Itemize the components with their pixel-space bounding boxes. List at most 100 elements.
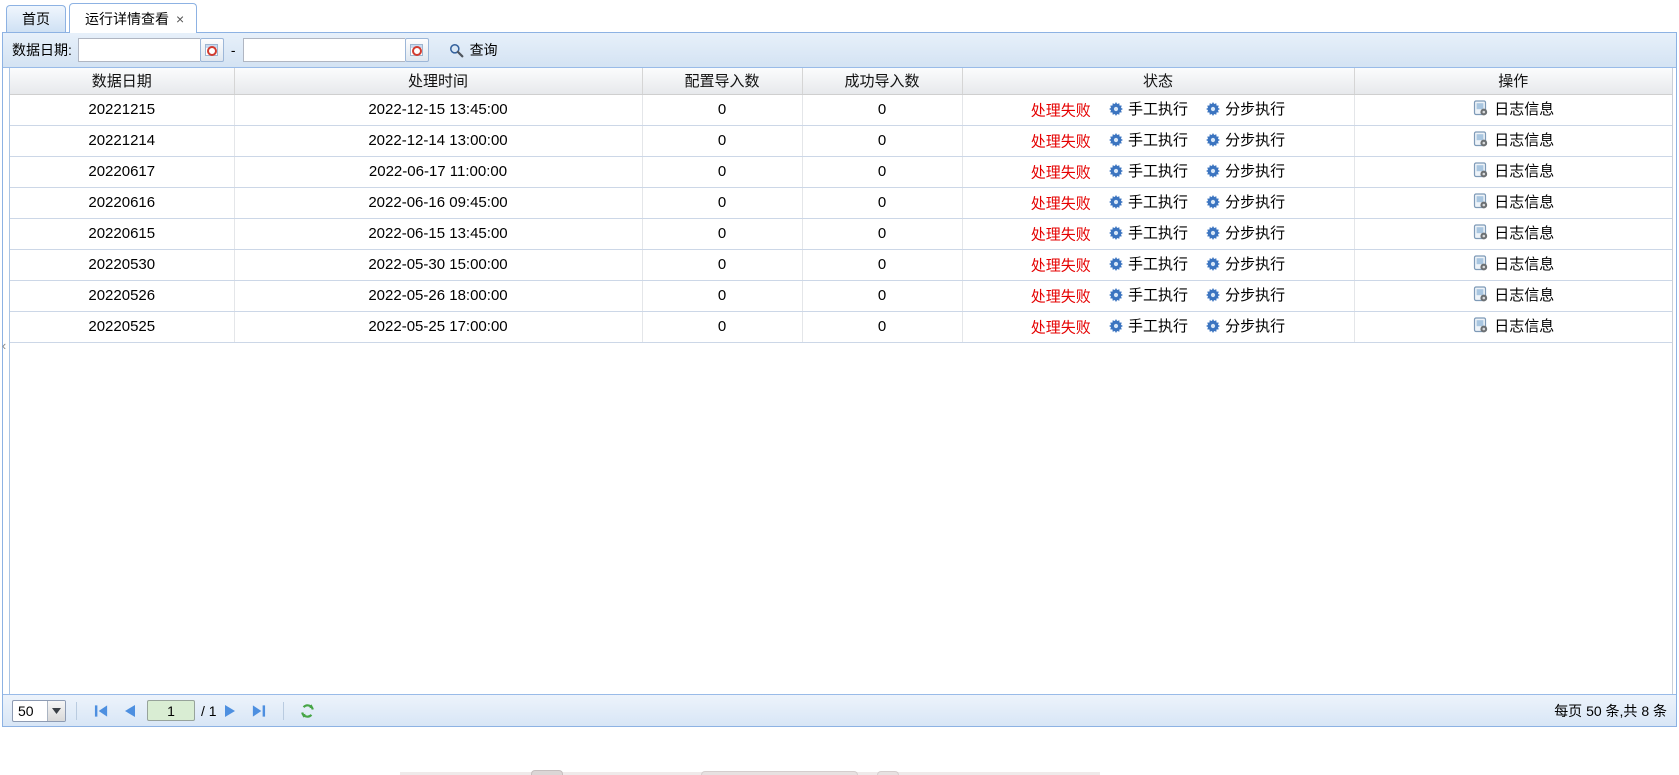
step-run-link[interactable]: 分步执行 <box>1206 253 1285 274</box>
cell-config-count: 0 <box>642 249 802 280</box>
manual-run-link[interactable]: 手工执行 <box>1109 98 1188 119</box>
cell-config-count: 0 <box>642 94 802 125</box>
gear-icon <box>1206 288 1220 302</box>
cell-data-date: 20221214 <box>10 125 234 156</box>
first-page-button[interactable] <box>92 702 110 720</box>
cell-data-date: 20220615 <box>10 218 234 249</box>
manual-run-link[interactable]: 手工执行 <box>1109 284 1188 305</box>
cell-status: 处理失败 手工执行 <box>962 218 1354 249</box>
status-fail-label: 处理失败 <box>1031 227 1091 244</box>
log-info-link[interactable]: 日志信息 <box>1472 160 1554 181</box>
prev-page-button[interactable] <box>120 702 138 720</box>
cell-status: 处理失败 手工执行 <box>962 187 1354 218</box>
log-document-icon <box>1472 162 1489 179</box>
column-header-operation[interactable]: 操作 <box>1354 68 1672 94</box>
table-row[interactable]: 20221215 2022-12-15 13:45:00 0 0 处理失败 手工… <box>10 94 1672 125</box>
tab-run-detail[interactable]: 运行详情查看 × <box>69 3 197 33</box>
log-info-label: 日志信息 <box>1494 222 1554 243</box>
table-row[interactable]: 20220615 2022-06-15 13:45:00 0 0 处理失败 手工… <box>10 218 1672 249</box>
table-row[interactable]: 20220616 2022-06-16 09:45:00 0 0 处理失败 手工… <box>10 187 1672 218</box>
log-info-link[interactable]: 日志信息 <box>1472 315 1554 336</box>
last-page-icon <box>251 704 266 718</box>
page-size-select[interactable]: 50 <box>12 700 66 722</box>
page-number-input[interactable] <box>147 700 195 721</box>
last-page-button[interactable] <box>250 702 268 720</box>
log-info-link[interactable]: 日志信息 <box>1472 129 1554 150</box>
log-info-label: 日志信息 <box>1494 98 1554 119</box>
cell-operation: 日志信息 <box>1354 125 1672 156</box>
close-icon[interactable]: × <box>176 12 184 26</box>
cell-status: 处理失败 手工执行 <box>962 280 1354 311</box>
cell-operation: 日志信息 <box>1354 187 1672 218</box>
gear-icon <box>1206 133 1220 147</box>
manual-run-link[interactable]: 手工执行 <box>1109 315 1188 336</box>
cell-status: 处理失败 手工执行 <box>962 125 1354 156</box>
column-header-process-time[interactable]: 处理时间 <box>234 68 642 94</box>
date-from-input[interactable] <box>78 38 200 62</box>
step-run-link[interactable]: 分步执行 <box>1206 315 1285 336</box>
refresh-icon <box>299 703 316 719</box>
log-info-link[interactable]: 日志信息 <box>1472 191 1554 212</box>
step-run-label: 分步执行 <box>1225 315 1285 336</box>
cell-process-time: 2022-05-30 15:00:00 <box>234 249 642 280</box>
gear-icon <box>1109 226 1123 240</box>
tab-home[interactable]: 首页 <box>6 5 66 32</box>
column-header-status[interactable]: 状态 <box>962 68 1354 94</box>
manual-run-link[interactable]: 手工执行 <box>1109 160 1188 181</box>
next-page-button[interactable] <box>222 702 240 720</box>
cell-data-date: 20220525 <box>10 311 234 342</box>
date-from-calendar-button[interactable] <box>200 38 224 62</box>
step-run-label: 分步执行 <box>1225 129 1285 150</box>
refresh-button[interactable] <box>299 702 317 720</box>
step-run-link[interactable]: 分步执行 <box>1206 160 1285 181</box>
gear-icon <box>1206 257 1220 271</box>
cell-success-count: 0 <box>802 94 962 125</box>
cell-config-count: 0 <box>642 125 802 156</box>
step-run-link[interactable]: 分步执行 <box>1206 284 1285 305</box>
date-to-input[interactable] <box>243 38 405 62</box>
manual-run-label: 手工执行 <box>1128 284 1188 305</box>
next-page-icon <box>224 704 237 718</box>
log-info-label: 日志信息 <box>1494 315 1554 336</box>
log-info-link[interactable]: 日志信息 <box>1472 222 1554 243</box>
table-row[interactable]: 20221214 2022-12-14 13:00:00 0 0 处理失败 手工… <box>10 125 1672 156</box>
panel-collapse-handle[interactable]: ‹ <box>0 334 8 356</box>
table-row[interactable]: 20220525 2022-05-25 17:00:00 0 0 处理失败 手工… <box>10 311 1672 342</box>
log-info-link[interactable]: 日志信息 <box>1472 284 1554 305</box>
log-document-icon <box>1472 224 1489 241</box>
manual-run-link[interactable]: 手工执行 <box>1109 253 1188 274</box>
column-header-data-date[interactable]: 数据日期 <box>10 68 234 94</box>
app-page: 首页 运行详情查看 × 数据日期: - <box>0 0 1679 775</box>
table-row[interactable]: 20220530 2022-05-30 15:00:00 0 0 处理失败 手工… <box>10 249 1672 280</box>
chevron-down-icon <box>47 701 65 721</box>
manual-run-label: 手工执行 <box>1128 191 1188 212</box>
date-to-calendar-button[interactable] <box>405 38 429 62</box>
log-info-link[interactable]: 日志信息 <box>1472 98 1554 119</box>
query-button[interactable]: 查询 <box>443 37 504 63</box>
column-header-config-count[interactable]: 配置导入数 <box>642 68 802 94</box>
table-row[interactable]: 20220617 2022-06-17 11:00:00 0 0 处理失败 手工… <box>10 156 1672 187</box>
step-run-link[interactable]: 分步执行 <box>1206 98 1285 119</box>
step-run-link[interactable]: 分步执行 <box>1206 129 1285 150</box>
manual-run-link[interactable]: 手工执行 <box>1109 129 1188 150</box>
cell-data-date: 20221215 <box>10 94 234 125</box>
cell-operation: 日志信息 <box>1354 156 1672 187</box>
manual-run-link[interactable]: 手工执行 <box>1109 191 1188 212</box>
cell-process-time: 2022-05-25 17:00:00 <box>234 311 642 342</box>
pager-summary: 每页 50 条,共 8 条 <box>1554 701 1667 721</box>
manual-run-link[interactable]: 手工执行 <box>1109 222 1188 243</box>
step-run-label: 分步执行 <box>1225 98 1285 119</box>
table-row[interactable]: 20220526 2022-05-26 18:00:00 0 0 处理失败 手工… <box>10 280 1672 311</box>
gear-icon <box>1109 164 1123 178</box>
tab-run-detail-label: 运行详情查看 <box>85 9 169 29</box>
step-run-link[interactable]: 分步执行 <box>1206 191 1285 212</box>
log-info-link[interactable]: 日志信息 <box>1472 253 1554 274</box>
status-fail-label: 处理失败 <box>1031 103 1091 120</box>
gear-icon <box>1206 226 1220 240</box>
date-to-field <box>243 38 429 62</box>
column-header-success-count[interactable]: 成功导入数 <box>802 68 962 94</box>
step-run-link[interactable]: 分步执行 <box>1206 222 1285 243</box>
prev-page-icon <box>123 704 136 718</box>
first-page-icon <box>94 704 109 718</box>
cell-process-time: 2022-05-26 18:00:00 <box>234 280 642 311</box>
